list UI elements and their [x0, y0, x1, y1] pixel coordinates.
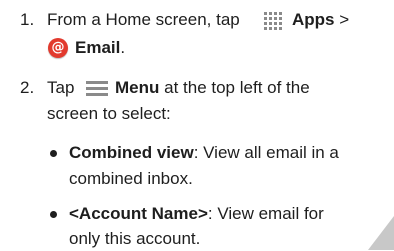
bullet-title: <Account Name>	[69, 204, 208, 223]
bullet-title: Combined view	[69, 143, 194, 162]
bullet-text: : View email for	[207, 204, 324, 223]
bullet-marker	[50, 150, 57, 157]
step-text: From a Home screen, tap	[47, 10, 240, 29]
bullet-combined-view-line-2: combined inbox.	[69, 167, 193, 191]
menu-icon	[86, 81, 108, 97]
page-corner-tab	[368, 216, 394, 250]
step-2-line-1-end: Menu at the top left of the	[115, 76, 310, 100]
step-2-line-2: screen to select:	[47, 102, 171, 126]
menu-label: Menu	[115, 78, 160, 97]
step-text: >	[339, 10, 350, 29]
bullet-marker	[50, 211, 57, 218]
bullet-account-name-line-1: <Account Name>: View email for	[69, 202, 324, 226]
bullet-text: : View all email in a	[193, 143, 339, 162]
bullet-text: combined inbox.	[69, 169, 193, 188]
bullet-text: only this account.	[69, 229, 201, 248]
step-text: at the top left of the	[164, 78, 310, 97]
apps-label: Apps	[292, 10, 335, 29]
step-1-line-2: Email.	[75, 36, 125, 60]
step-text: screen to select:	[47, 104, 171, 123]
bullet-account-name-line-2: only this account.	[69, 227, 200, 251]
step-text: .	[120, 38, 126, 57]
step-1-line-1: From a Home screen, tap	[47, 8, 240, 32]
step-number: 1.	[20, 10, 35, 29]
step-1-line-1-end: Apps >	[292, 8, 349, 32]
step-2-line-1-start: Tap	[47, 76, 74, 100]
bullet-combined-view-line-1: Combined view: View all email in a	[69, 141, 339, 165]
step-text: Tap	[47, 78, 75, 97]
apps-grid-icon	[264, 12, 284, 30]
email-app-icon	[48, 38, 68, 58]
step-number: 2.	[20, 78, 35, 97]
email-label: Email	[75, 38, 121, 57]
